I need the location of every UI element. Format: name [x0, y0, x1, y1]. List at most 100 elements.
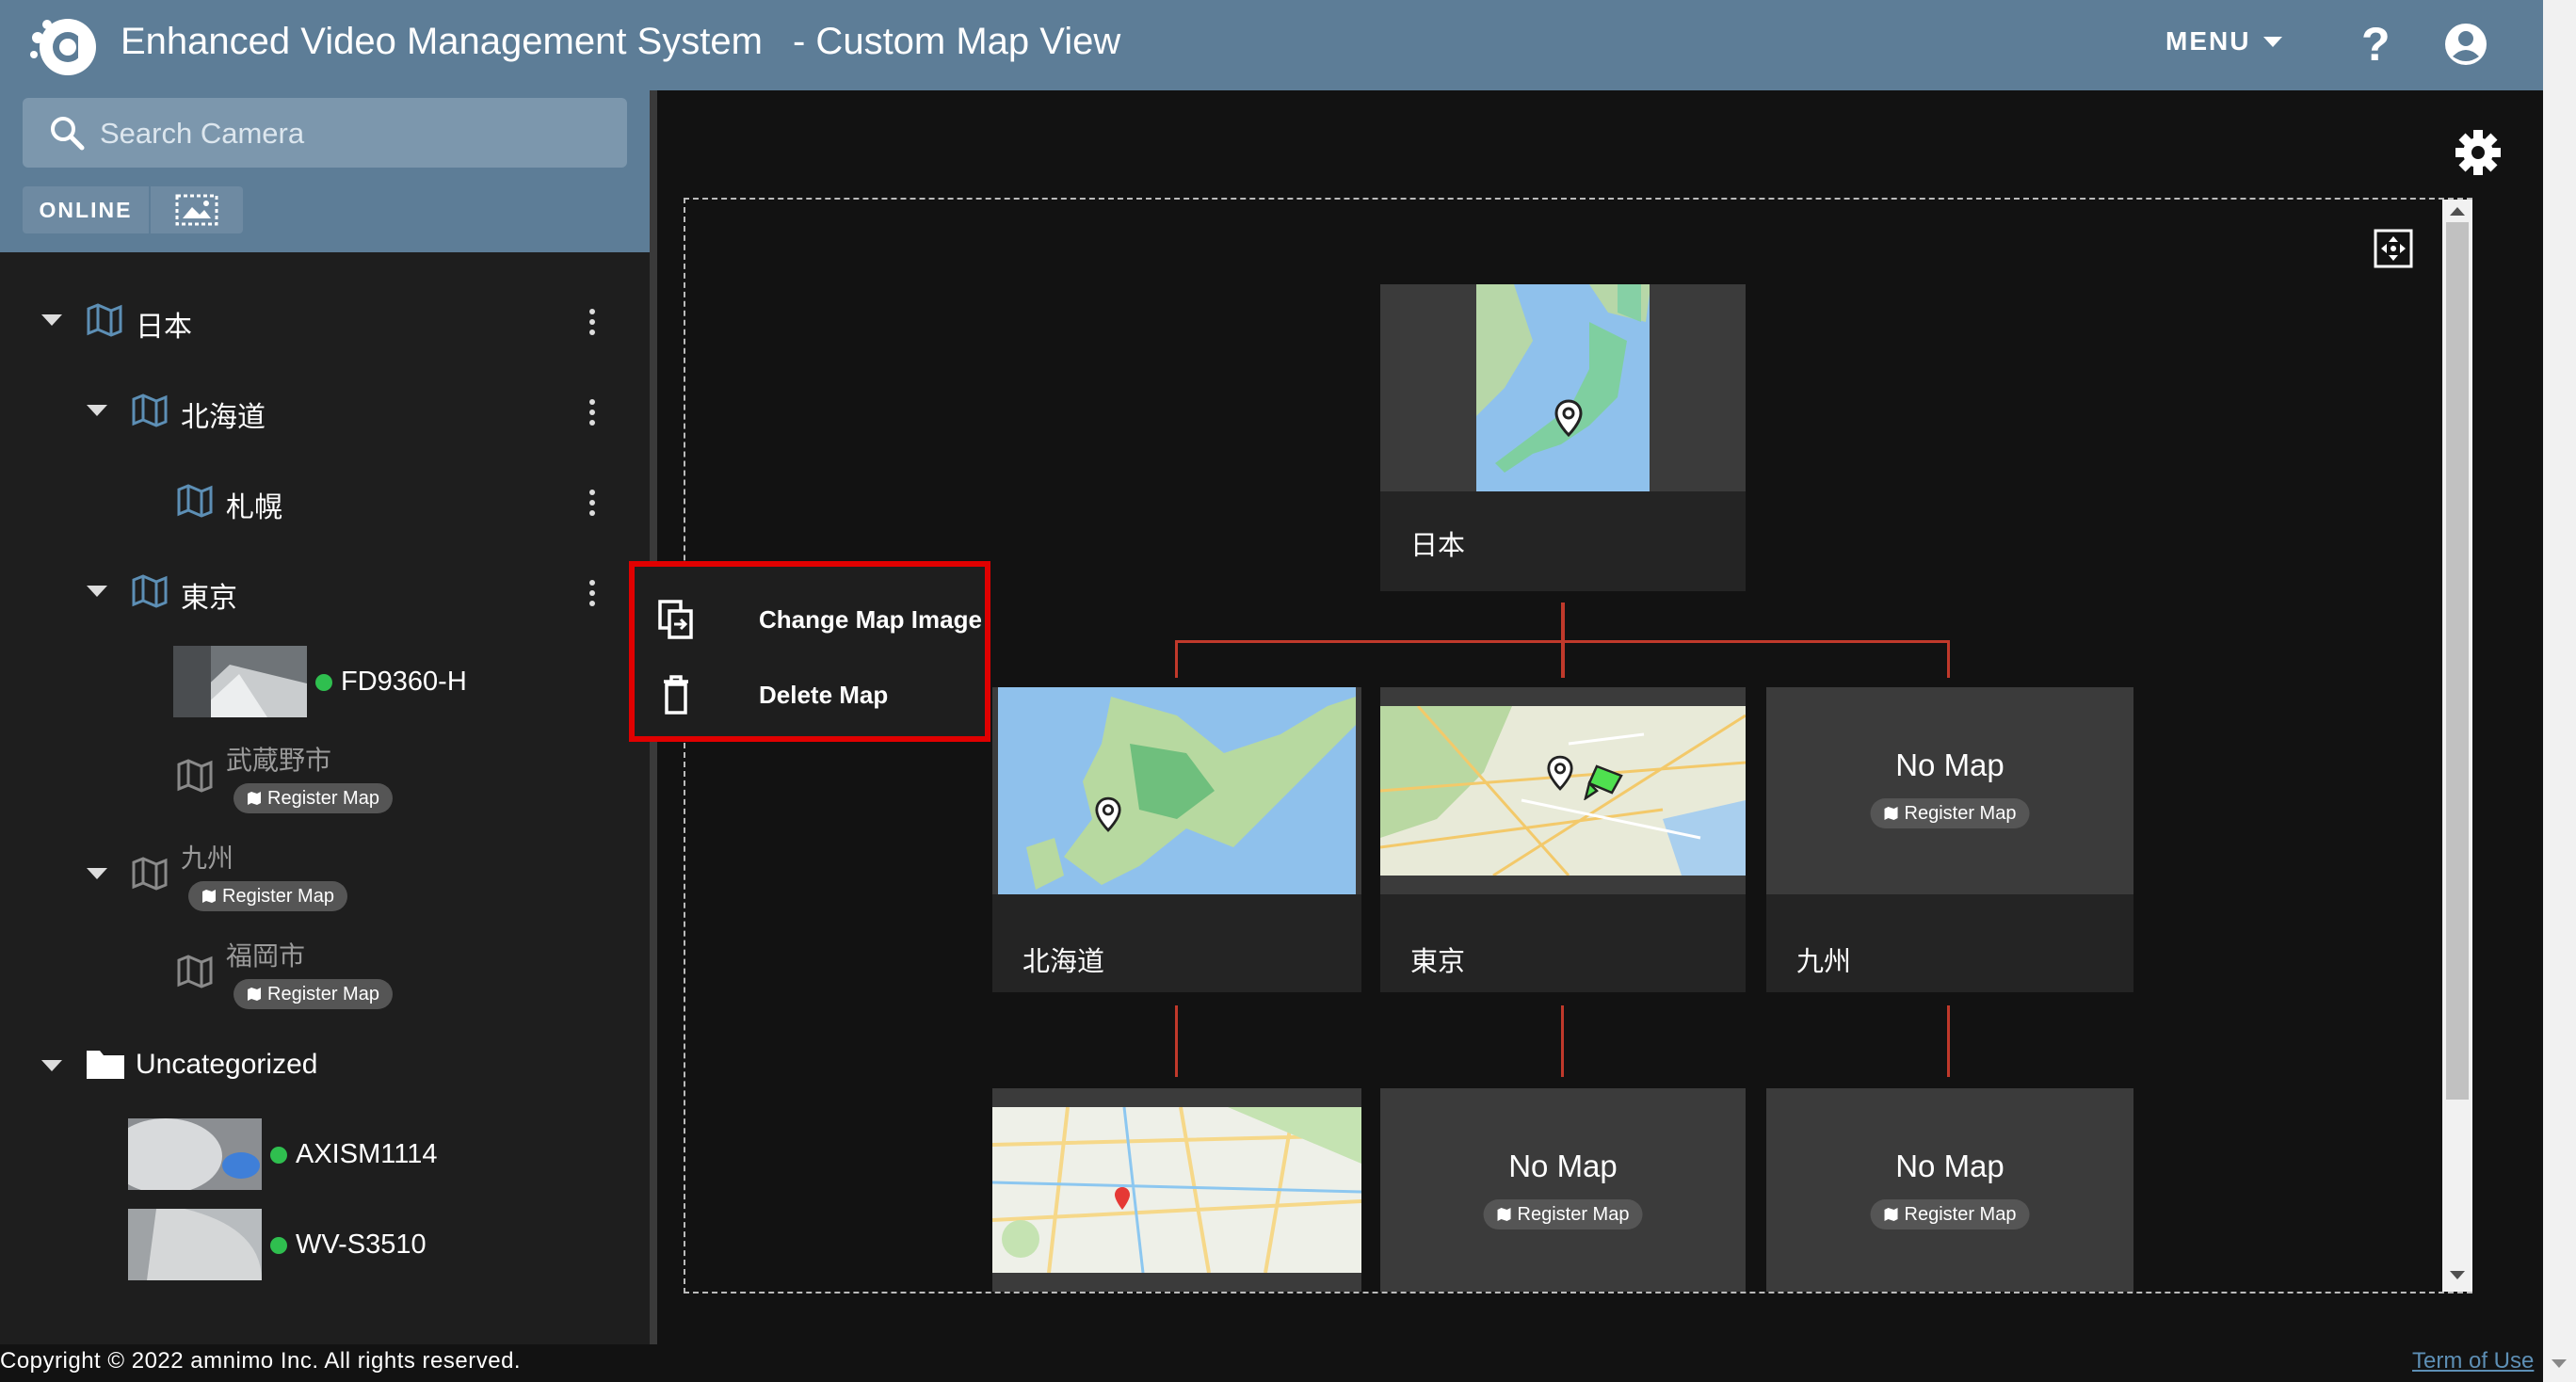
account-icon[interactable]: [2444, 23, 2487, 66]
tree-item-tokyo[interactable]: 東京: [181, 574, 237, 616]
location-pin-icon[interactable]: [1094, 796, 1122, 832]
scroll-up-arrow[interactable]: [2450, 207, 2465, 216]
kebab-icon[interactable]: [589, 399, 597, 427]
kebab-icon[interactable]: [589, 309, 597, 337]
register-map-button[interactable]: Register Map: [1483, 1199, 1643, 1229]
chevron-down-icon[interactable]: [87, 405, 107, 416]
trash-icon: [664, 675, 688, 715]
scroll-down-arrow[interactable]: [2552, 1359, 2567, 1368]
location-pin-icon[interactable]: [1546, 755, 1574, 791]
register-map-button[interactable]: Register Map: [233, 979, 393, 1009]
camera-item-axism1114[interactable]: AXISM1114: [296, 1139, 437, 1170]
register-map-button[interactable]: Register Map: [233, 783, 393, 813]
no-map-text: No Map: [1895, 747, 2004, 782]
tree-connector: [1947, 640, 1950, 678]
map-node-sapporo[interactable]: [992, 1088, 1361, 1292]
camera-item-wvs3510[interactable]: WV-S3510: [296, 1229, 427, 1261]
map-node-hokkaido[interactable]: 北海道: [992, 687, 1361, 992]
settings-icon[interactable]: [2454, 128, 2503, 177]
map-thumbnail[interactable]: [992, 1088, 1361, 1292]
map-placeholder: No Map Register Map: [1766, 1088, 2133, 1292]
change-map-image-label: Change Map Image: [759, 604, 982, 634]
map-thumbnail-image: [998, 687, 1356, 894]
delete-map-label: Delete Map: [759, 680, 889, 709]
copyright-text: Copyright © 2022 amnimo Inc. All rights …: [0, 1348, 522, 1374]
copy-icon: [658, 600, 693, 639]
page-scrollbar[interactable]: [2543, 0, 2576, 1382]
map-icon: [1884, 1208, 1898, 1221]
search-input[interactable]: [98, 109, 610, 158]
tree-item-musashino[interactable]: 武蔵野市: [226, 740, 331, 778]
map-icon: [1884, 807, 1898, 820]
map-icon: [177, 955, 213, 988]
map-node-musashino[interactable]: No Map Register Map: [1380, 1088, 1746, 1292]
register-map-label: Register Map: [1904, 802, 2017, 824]
map-node-kyushu[interactable]: No Map Register Map 九州: [1766, 687, 2133, 992]
register-map-button[interactable]: Register Map: [1870, 1199, 2030, 1229]
image-view-toggle[interactable]: [151, 186, 243, 233]
online-filter-button[interactable]: ONLINE: [23, 186, 151, 233]
tree-connector: [1175, 640, 1178, 678]
map-icon: [132, 394, 168, 427]
map-thumbnail[interactable]: [992, 687, 1361, 894]
search-icon: [51, 117, 85, 151]
tree-item-fukuoka[interactable]: 福岡市: [226, 936, 305, 973]
map-thumbnail-image: [1380, 706, 1746, 876]
no-map-text: No Map: [1508, 1149, 1618, 1183]
tree-connector: [1561, 1005, 1564, 1077]
chevron-down-icon[interactable]: [41, 1060, 62, 1071]
tree-item-hokkaido[interactable]: 北海道: [181, 394, 266, 435]
register-map-label: Register Map: [267, 983, 379, 1004]
register-map-label: Register Map: [267, 787, 379, 809]
register-map-button[interactable]: Register Map: [1870, 798, 2030, 828]
map-thumbnail-image: [1476, 284, 1650, 491]
tree-item-kyushu[interactable]: 九州: [181, 838, 233, 876]
kebab-icon[interactable]: [589, 580, 597, 608]
tree-item-uncategorized[interactable]: Uncategorized: [136, 1049, 317, 1081]
no-map-text: No Map: [1895, 1149, 2004, 1183]
tree-item-sapporo[interactable]: 札幌: [226, 484, 282, 525]
canvas-scrollbar-thumb[interactable]: [2446, 222, 2469, 1100]
camera-thumbnail[interactable]: [128, 1118, 262, 1190]
map-thumbnail[interactable]: [1380, 687, 1746, 894]
map-icon: [248, 988, 261, 1001]
terms-of-use-link[interactable]: Term of Use: [2412, 1348, 2534, 1374]
map-node-label: 日本: [1410, 531, 1466, 561]
register-map-button[interactable]: Register Map: [188, 881, 347, 911]
logo-icon[interactable]: [26, 13, 107, 77]
chevron-down-icon: [2263, 36, 2283, 47]
map-node-label: 九州: [1796, 947, 1852, 977]
chevron-down-icon[interactable]: [87, 868, 107, 879]
menu-button[interactable]: MENU: [2165, 26, 2283, 56]
map-thumbnail-image: [992, 1107, 1361, 1273]
location-pin-icon[interactable]: [1554, 399, 1584, 437]
map-icon: [202, 890, 216, 903]
page-subtitle: - Custom Map View: [793, 21, 1121, 62]
online-status-dot: [315, 674, 332, 691]
register-map-label: Register Map: [222, 885, 334, 907]
map-node-fukuoka[interactable]: No Map Register Map: [1766, 1088, 2133, 1292]
map-icon: [132, 574, 168, 608]
camera-marker-icon[interactable]: [1584, 763, 1627, 800]
map-node-nihon[interactable]: 日本: [1380, 284, 1746, 591]
map-icon: [177, 759, 213, 793]
camera-item-fd9360[interactable]: FD9360-H: [341, 667, 467, 698]
kebab-icon[interactable]: [589, 490, 597, 518]
chevron-down-icon[interactable]: [87, 586, 107, 597]
camera-thumbnail[interactable]: [128, 1209, 262, 1280]
tree-connector: [1175, 1005, 1178, 1077]
map-node-tokyo[interactable]: 東京: [1380, 687, 1746, 992]
app-title: Enhanced Video Management System: [121, 21, 763, 62]
change-map-image-menu-item[interactable]: Change Map Image: [635, 584, 985, 655]
chevron-down-icon[interactable]: [41, 314, 62, 326]
delete-map-menu-item[interactable]: Delete Map: [635, 659, 985, 731]
scroll-down-arrow[interactable]: [2450, 1271, 2465, 1279]
context-menu: Change Map Image Delete Map: [629, 561, 990, 742]
help-icon[interactable]: ?: [2361, 17, 2391, 72]
tree-connector: [1175, 640, 1949, 643]
tree-item-nihon[interactable]: 日本: [136, 303, 192, 345]
fit-view-icon[interactable]: [2373, 228, 2414, 269]
folder-icon: [87, 1051, 124, 1079]
map-thumbnail[interactable]: [1380, 284, 1746, 491]
camera-thumbnail[interactable]: [173, 646, 307, 717]
